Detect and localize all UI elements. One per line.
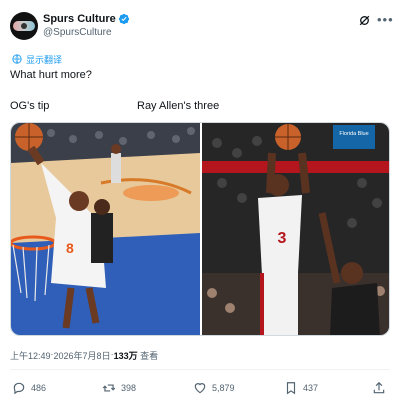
tweet-text: What hurt more?	[10, 69, 92, 81]
tweet-date[interactable]: 2026年7月8日	[54, 349, 111, 362]
translate-label: 显示翻译	[26, 54, 63, 65]
svg-text:3: 3	[278, 230, 287, 247]
author-handle[interactable]: @SpursCulture	[43, 27, 112, 38]
bookmark-button[interactable]: 437	[284, 380, 318, 396]
repost-icon	[102, 384, 116, 392]
media-image-left[interactable]: 8	[11, 123, 200, 335]
repost-count: 398	[121, 383, 137, 393]
banner-text: Florida Blue	[339, 131, 368, 137]
media-grid: 8 Florida Blue 3	[10, 122, 390, 336]
avatar[interactable]	[10, 12, 38, 40]
svg-text:8: 8	[66, 240, 74, 256]
caption-left: OG's tip	[10, 100, 50, 112]
more-options-icon[interactable]: •••	[377, 12, 394, 27]
repost-button[interactable]: 398	[102, 380, 136, 396]
views-count: 133万	[113, 351, 138, 361]
bookmark-icon	[286, 382, 296, 395]
grok-icon[interactable]	[358, 14, 371, 27]
author-name[interactable]: Spurs Culture	[43, 13, 116, 25]
reply-button[interactable]: 486	[12, 380, 46, 396]
action-bar: 486 398 5,879 437	[10, 380, 390, 396]
caption-right: Ray Allen's three	[137, 100, 220, 112]
share-button[interactable]	[372, 380, 386, 396]
reply-icon	[13, 382, 25, 395]
heart-icon	[194, 383, 206, 394]
divider	[10, 369, 390, 370]
translate-icon	[12, 54, 22, 64]
views-label: 查看	[140, 351, 159, 361]
share-icon	[373, 381, 385, 394]
like-button[interactable]: 5,879	[193, 380, 235, 396]
tweet-meta: 上午12:49 · 2026年7月8日 · 133万 查看	[10, 349, 158, 362]
tweet-time[interactable]: 上午12:49	[10, 349, 51, 362]
show-translation-link[interactable]: 显示翻译	[12, 53, 62, 65]
tweet-header: Spurs Culture @SpursCulture •••	[10, 10, 393, 42]
verified-badge-icon	[118, 13, 130, 25]
reply-count: 486	[31, 383, 47, 393]
media-image-right[interactable]: Florida Blue 3	[202, 123, 389, 335]
bookmark-count: 437	[303, 383, 319, 393]
like-count: 5,879	[212, 383, 235, 393]
